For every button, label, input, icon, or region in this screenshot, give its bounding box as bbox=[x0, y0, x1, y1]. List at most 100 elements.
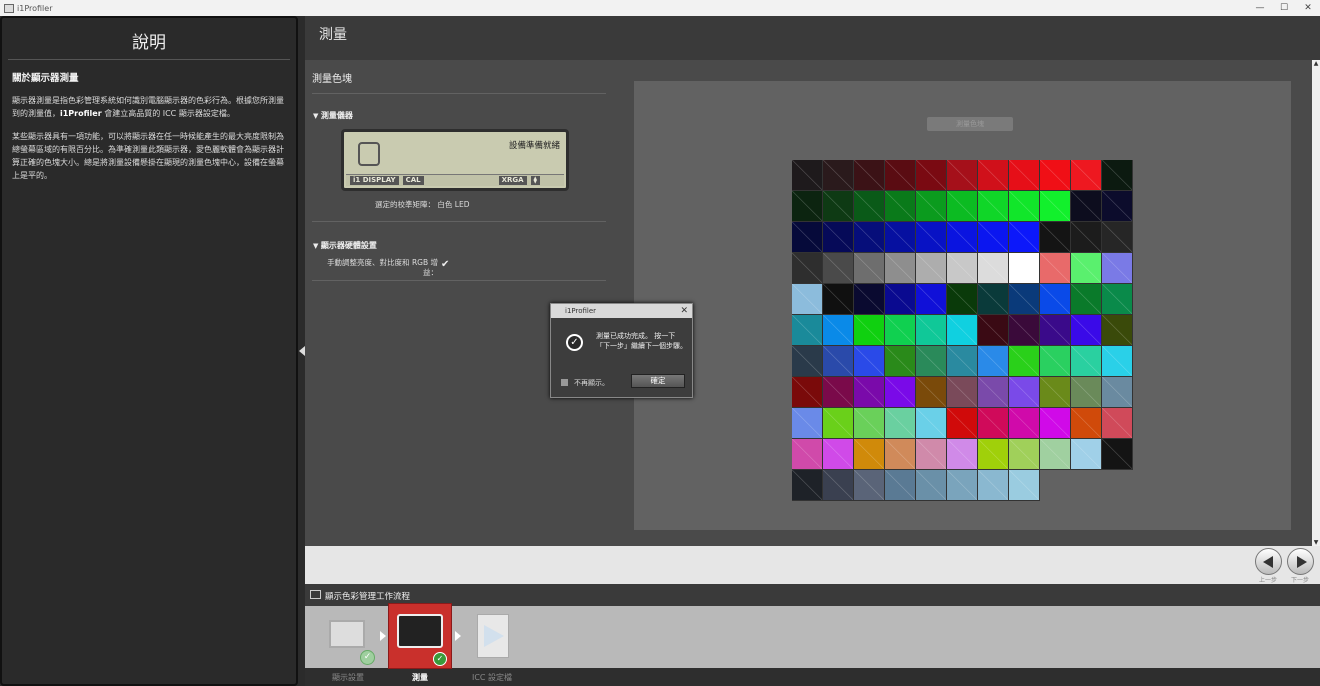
color-patch bbox=[823, 191, 854, 222]
color-patch bbox=[885, 222, 916, 253]
color-patch bbox=[916, 191, 947, 222]
color-patch bbox=[885, 191, 916, 222]
scroll-up-icon[interactable]: ▲ bbox=[1313, 60, 1319, 67]
color-patch bbox=[916, 160, 947, 191]
help-title: 說明 bbox=[132, 33, 166, 53]
divider bbox=[312, 280, 606, 281]
color-patch bbox=[916, 439, 947, 470]
color-patch bbox=[823, 439, 854, 470]
color-patch bbox=[1040, 253, 1071, 284]
color-patch bbox=[823, 284, 854, 315]
color-patch bbox=[978, 222, 1009, 253]
color-patch bbox=[978, 284, 1009, 315]
color-patch bbox=[1009, 315, 1040, 346]
device-group-toggle[interactable]: 測量儀器 bbox=[313, 110, 353, 121]
step-complete-icon: ✓ bbox=[433, 652, 447, 666]
previous-label: 上一步 bbox=[1258, 577, 1277, 584]
color-patch bbox=[916, 222, 947, 253]
color-patch bbox=[854, 315, 885, 346]
color-patch bbox=[1102, 284, 1133, 315]
color-patch bbox=[885, 408, 916, 439]
color-patch bbox=[792, 346, 823, 377]
color-patch bbox=[823, 377, 854, 408]
maximize-button[interactable]: ☐ bbox=[1272, 3, 1296, 13]
color-patch bbox=[854, 160, 885, 191]
color-patch bbox=[885, 439, 916, 470]
color-patch bbox=[854, 222, 885, 253]
dialog-titlebar: i1Profiler ✕ bbox=[551, 304, 692, 318]
color-patch bbox=[1071, 315, 1102, 346]
device-tag-cal: CAL bbox=[402, 176, 424, 185]
navigation-strip bbox=[305, 546, 1320, 584]
hardware-group-toggle[interactable]: 顯示器硬體設置 bbox=[313, 240, 377, 251]
step-icc-profile[interactable] bbox=[475, 606, 511, 668]
workflow-header: 顯示色彩管理工作流程 bbox=[305, 584, 1320, 606]
manual-adjust-label: 手動調整亮度、對比度和 RGB 增益： bbox=[327, 258, 438, 277]
color-patch bbox=[823, 253, 854, 284]
color-patch bbox=[947, 315, 978, 346]
step-display-settings[interactable]: ✓ bbox=[326, 606, 376, 668]
ok-button[interactable]: 確定 bbox=[631, 374, 685, 388]
next-button[interactable] bbox=[1287, 548, 1314, 575]
measure-icon bbox=[397, 614, 443, 648]
color-patch bbox=[823, 222, 854, 253]
color-patch bbox=[792, 315, 823, 346]
color-patch bbox=[885, 470, 916, 501]
measure-patches-button[interactable]: 測量色塊 bbox=[927, 117, 1013, 131]
dialog-close-icon[interactable]: ✕ bbox=[680, 304, 688, 318]
color-patch bbox=[916, 346, 947, 377]
previous-button[interactable] bbox=[1255, 548, 1282, 575]
color-patch bbox=[1009, 191, 1040, 222]
arrow-left-icon bbox=[1263, 556, 1273, 568]
color-patch bbox=[1071, 191, 1102, 222]
icc-profile-icon bbox=[477, 614, 509, 658]
step-label-measure: 測量 bbox=[412, 673, 428, 682]
color-patch bbox=[823, 408, 854, 439]
device-tag-xrga: XRGA bbox=[498, 176, 527, 185]
device-tag-display: i1 DISPLAY bbox=[350, 176, 399, 185]
step-label-display-settings: 顯示設置 bbox=[332, 673, 364, 682]
color-patch bbox=[823, 315, 854, 346]
vertical-scrollbar[interactable]: ▲ ▼ bbox=[1312, 60, 1320, 546]
color-patch bbox=[1009, 222, 1040, 253]
device-tag-sensor-icon: ⧫ bbox=[530, 176, 540, 185]
color-patch bbox=[947, 408, 978, 439]
dont-show-checkbox[interactable]: 不再顯示。 bbox=[561, 378, 609, 388]
color-patch-grid bbox=[792, 160, 1133, 501]
scroll-down-icon[interactable]: ▼ bbox=[1313, 539, 1319, 546]
color-patch bbox=[823, 346, 854, 377]
color-patch bbox=[792, 222, 823, 253]
color-patch bbox=[792, 408, 823, 439]
color-patch bbox=[1102, 315, 1133, 346]
step-measure[interactable]: ✓ bbox=[388, 603, 452, 669]
color-patch bbox=[947, 470, 978, 501]
help-divider bbox=[8, 59, 290, 60]
color-patch bbox=[1009, 408, 1040, 439]
color-patch bbox=[1071, 284, 1102, 315]
measurement-complete-dialog: i1Profiler ✕ ✓ 測量已成功完成。 按一下「下一步」繼續下一個步驟。… bbox=[550, 303, 693, 398]
help-paragraph-2: 某些顯示器具有一項功能，可以將顯示器在任一時候能產生的最大亮度限制為總螢幕區域的… bbox=[12, 132, 284, 180]
color-patch bbox=[1040, 408, 1071, 439]
color-patch bbox=[792, 253, 823, 284]
checkbox-box[interactable] bbox=[561, 379, 568, 386]
close-button[interactable]: ✕ bbox=[1296, 3, 1320, 13]
color-patch bbox=[978, 160, 1009, 191]
color-patch bbox=[916, 377, 947, 408]
manual-adjust-checkbox[interactable]: ✔ bbox=[441, 259, 449, 270]
divider bbox=[312, 93, 606, 94]
color-patch bbox=[1102, 191, 1133, 222]
device-tag-bar: i1 DISPLAY CAL XRGA ⧫ bbox=[346, 174, 564, 186]
step-complete-icon: ✓ bbox=[360, 650, 375, 665]
color-patch bbox=[885, 253, 916, 284]
color-patch bbox=[854, 439, 885, 470]
color-patch bbox=[1009, 377, 1040, 408]
color-patch bbox=[1071, 408, 1102, 439]
color-patch bbox=[854, 346, 885, 377]
color-patch bbox=[947, 160, 978, 191]
color-patch bbox=[1040, 160, 1071, 191]
color-patch bbox=[854, 408, 885, 439]
minimize-button[interactable]: — bbox=[1248, 3, 1272, 13]
color-patch bbox=[1102, 346, 1133, 377]
color-patch bbox=[947, 439, 978, 470]
color-patch bbox=[854, 284, 885, 315]
